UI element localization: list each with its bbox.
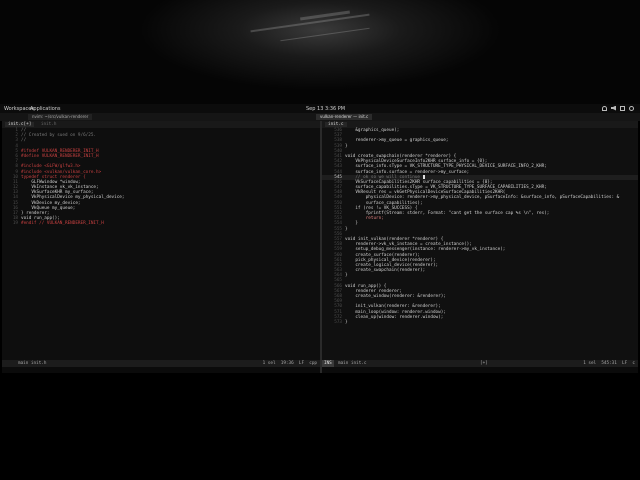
wallpaper-streak [280, 27, 370, 42]
code-line[interactable]: 573} [322, 320, 638, 325]
line-text: #define VULKAN_RENDERER_INIT_H [21, 153, 99, 159]
statusline: INS main init.c [+] 1 sel 545:31 LF c [322, 360, 638, 367]
left-tabline: init.c[+] init.h [2, 121, 320, 128]
window-tab-nvim[interactable]: nvim: ~/src/vulkan-renderer [28, 114, 93, 120]
line-text: } [345, 273, 348, 279]
statusline: main init.h 1 sel 19:36 LF cpp [2, 360, 320, 367]
status-mode: INS [322, 360, 334, 367]
left-editor-pane[interactable]: init.c[+] init.h 1//2// Created by sued … [2, 121, 320, 373]
buffer-tab[interactable]: init.c [325, 122, 347, 127]
status-sel: 1 sel [583, 361, 597, 366]
buffer-tab[interactable]: init.c[+] [5, 122, 35, 127]
line-number: 573 [334, 319, 342, 325]
code-line[interactable]: 19 #endif // VULKAN_RENDERER_INIT_H [2, 221, 320, 226]
line-text: } [345, 143, 348, 149]
status-eol: LF [622, 361, 628, 366]
line-text: create_window(renderer: &renderer); [345, 294, 446, 299]
line-text: // Created by sued on 9/6/25. [21, 133, 97, 139]
status-pos: 19:36 [280, 361, 294, 366]
status-right: 1 sel 19:36 LF cpp [263, 360, 317, 367]
desktop-wallpaper [0, 0, 640, 104]
command-line[interactable] [322, 367, 638, 373]
line-text: #endif // VULKAN_RENDERER_INIT_H [21, 221, 104, 227]
power-icon[interactable] [629, 105, 634, 111]
command-line[interactable] [2, 367, 320, 373]
line-number: 19 [12, 221, 18, 227]
top-panel: Workspaces Applications Sep 13 3:36 PM [0, 104, 640, 113]
line-text: } [345, 319, 348, 325]
text-cursor [422, 174, 425, 180]
status-modified: [+] [480, 361, 488, 366]
status-sel: 1 sel [262, 361, 276, 366]
code-area[interactable]: 1//2// Created by sued on 9/6/25. 3//4 5 #i… [2, 128, 320, 227]
right-editor-pane[interactable]: init.c 536 &graphics_queue); 537 538 rende… [322, 121, 638, 373]
line-text: create_swapchain(renderer); [345, 268, 426, 274]
line-text: renderer->my_queue = graphics_queue; [345, 138, 449, 144]
line-text: // [21, 138, 27, 144]
clock[interactable]: Sep 13 3:36 PM [306, 106, 345, 112]
window-tab-renderer[interactable]: vulkan-renderer — init.c [316, 114, 373, 120]
status-file: main init.c [338, 361, 367, 366]
status-file: main init.h [18, 361, 47, 366]
line-text: &graphics_queue); [345, 128, 400, 133]
editor-window: init.c[+] init.h 1//2// Created by sued … [2, 121, 638, 373]
window-tab-bar: nvim: ~/src/vulkan-renderer vulkan-rende… [0, 113, 640, 121]
status-filetype: cpp [309, 361, 317, 366]
status-eol: LF [298, 361, 305, 366]
line-text: clean_up(window: renderer.window); [345, 314, 444, 320]
volume-icon[interactable] [611, 105, 616, 111]
status-right: 1 sel 545:31 LF c [583, 360, 635, 367]
network-icon[interactable] [602, 105, 607, 111]
status-filetype: c [632, 361, 635, 366]
line-text: } [345, 226, 348, 232]
battery-icon[interactable] [620, 105, 625, 111]
system-tray [602, 105, 634, 111]
buffer-path[interactable]: init.h [41, 122, 57, 127]
code-area[interactable]: 536 &graphics_queue); 537 538 renderer->my… [322, 128, 638, 325]
right-tabline: init.c [322, 121, 638, 128]
applications-button[interactable]: Applications [30, 106, 61, 112]
status-pos: 545:31 [601, 361, 617, 366]
